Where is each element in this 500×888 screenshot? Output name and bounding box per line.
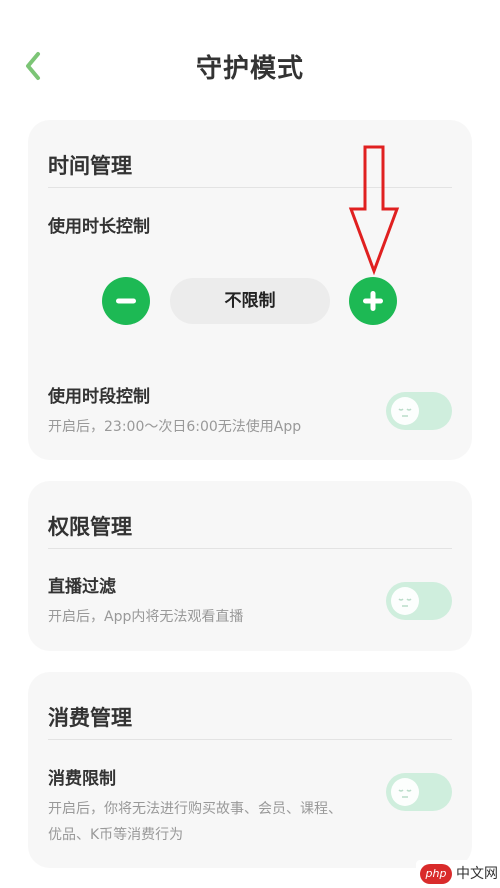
minus-icon [116, 298, 136, 304]
watermark-logo: php [420, 864, 452, 884]
spend-limit-description-line2: 优品、K币等消费行为 [48, 827, 184, 843]
spend-limit-label: 消费限制 [48, 769, 116, 789]
watermark: php 中文网 [416, 860, 500, 888]
spend-limit-description: 开启后，你将无法进行购买故事、会员、课程、 [48, 801, 342, 817]
usage-period-toggle[interactable] [386, 392, 452, 430]
permission-management-card: 权限管理 直播过滤 开启后，App内将无法观看直播 [28, 481, 472, 651]
usage-period-description: 开启后，23:00～次日6:00无法使用App [48, 419, 302, 435]
sleep-face-icon [391, 587, 419, 615]
increase-button[interactable] [349, 277, 397, 325]
usage-duration-label: 使用时长控制 [48, 217, 150, 237]
header: 守护模式 [0, 0, 500, 130]
sleep-face-icon [391, 778, 419, 806]
page-title: 守护模式 [195, 54, 304, 84]
divider [48, 739, 452, 740]
sleep-face-icon [391, 397, 419, 425]
usage-period-label: 使用时段控制 [48, 387, 150, 407]
card-title: 消费管理 [48, 706, 132, 730]
arrow-down-icon [348, 145, 400, 275]
plus-icon [363, 291, 383, 311]
live-filter-toggle[interactable] [386, 582, 452, 620]
divider [48, 548, 452, 549]
spend-limit-toggle[interactable] [386, 773, 452, 811]
spending-management-card: 消费管理 消费限制 开启后，你将无法进行购买故事、会员、课程、 优品、K币等消费… [28, 672, 472, 868]
live-filter-label: 直播过滤 [48, 577, 116, 597]
watermark-text: 中文网 [456, 866, 498, 882]
decrease-button[interactable] [102, 277, 150, 325]
live-filter-description: 开启后，App内将无法观看直播 [48, 609, 244, 625]
duration-value: 不限制 [170, 278, 330, 324]
card-title: 时间管理 [48, 154, 132, 178]
card-title: 权限管理 [48, 515, 132, 539]
